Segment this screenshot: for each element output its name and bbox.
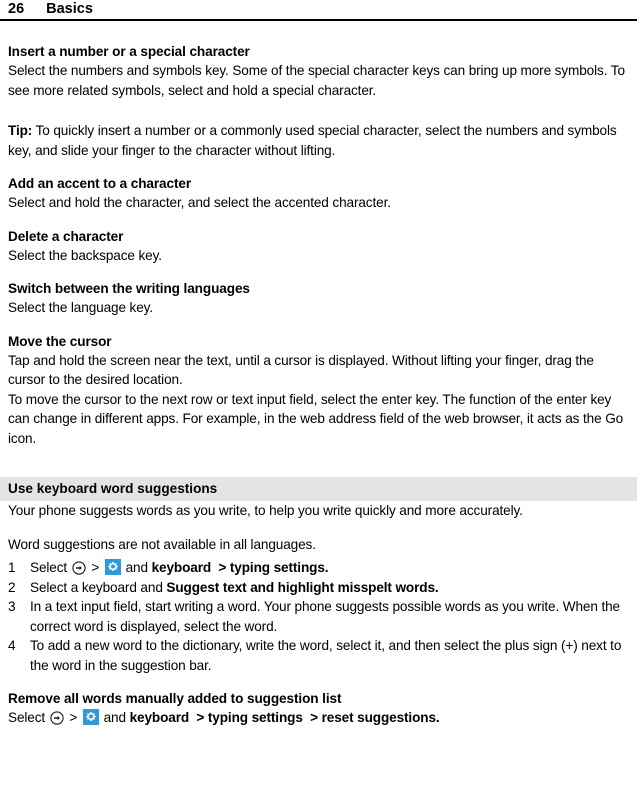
step-body: In a text input field, start writing a w… — [30, 599, 620, 634]
heading-add-accent: Add an accent to a character — [8, 176, 192, 191]
step-number: 1 — [8, 560, 16, 575]
separator-1: > — [69, 710, 78, 725]
list-item: 4 To add a new word to the dictionary, w… — [8, 636, 629, 675]
chapter-title: Basics — [46, 1, 93, 17]
tip-paragraph: Tip: To quickly insert a number or a com… — [8, 121, 629, 160]
separator-2: > — [218, 560, 227, 575]
and-label: and — [125, 560, 148, 575]
list-item: 3 In a text input field, start writing a… — [8, 597, 629, 636]
step-body: To add a new word to the dictionary, wri… — [30, 638, 622, 673]
step-number: 2 — [8, 579, 16, 595]
manual-page: 26 Basics Insert a number or a special c… — [0, 0, 637, 793]
bold-keyboard: keyboard — [151, 560, 212, 575]
page-header: 26 Basics — [0, 0, 637, 19]
period: . — [324, 560, 329, 575]
list-item: 2 Select a keyboard and Suggest text and… — [8, 578, 629, 598]
tip-label: Tip: — [8, 123, 33, 138]
paragraph-add-accent: Select and hold the character, and selec… — [8, 195, 391, 210]
bold-suggest-text: Suggest text and highlight misspelt word… — [166, 579, 435, 595]
step-text-after: . — [434, 579, 439, 595]
heading-switch-languages: Switch between the writing languages — [8, 281, 250, 296]
step-body: Select a keyboard and Suggest text and h… — [30, 578, 629, 598]
paragraph-switch-languages: Select the language key. — [8, 300, 153, 315]
paragraph-remove-all-words: Select > and keyboard > typing settings … — [8, 708, 629, 728]
period: . — [435, 710, 440, 725]
gear-icon — [82, 709, 99, 725]
step-text-before: Select a keyboard and — [30, 579, 167, 595]
step-body: Select > and keyboard > typing settings. — [30, 558, 629, 578]
paragraph-move-cursor-1: Tap and hold the screen near the text, u… — [8, 352, 594, 388]
steps-list: 1 Select > and keyboard > typing setting… — [8, 558, 629, 675]
paragraph-delete-character: Select the backspace key. — [8, 247, 162, 263]
step-number: 3 — [8, 599, 16, 614]
heading-use-keyboard-word-suggestions: Use keyboard word suggestions — [8, 481, 218, 496]
list-item: 1 Select > and keyboard > typing setting… — [8, 558, 629, 578]
select-label: Select — [30, 560, 68, 575]
heading-move-cursor: Move the cursor — [8, 333, 112, 349]
separator-1: > — [91, 560, 100, 575]
section-band-word-suggestions: Use keyboard word suggestions — [0, 477, 637, 501]
paragraph-insert-number: Select the numbers and symbols key. Some… — [8, 63, 625, 98]
separator-3: > — [310, 710, 318, 725]
page-number: 26 — [8, 1, 25, 17]
paragraph-move-cursor-2: To move the cursor to the next row or te… — [8, 391, 624, 446]
and-label: and — [103, 710, 126, 725]
tip-text: To quickly insert a number or a commonly… — [8, 123, 617, 158]
arrow-circle-icon — [50, 711, 64, 725]
paragraph-word-suggestions-intro: Your phone suggests words as you write, … — [8, 503, 523, 518]
page-content: Insert a number or a special character S… — [0, 21, 637, 728]
heading-delete-character: Delete a character — [8, 228, 124, 244]
heading-remove-all-words: Remove all words manually added to sugge… — [8, 691, 342, 706]
bold-typing-settings: typing settings — [207, 710, 303, 725]
bold-typing-settings: typing settings — [229, 560, 325, 575]
gear-icon — [104, 559, 121, 575]
bold-keyboard: keyboard — [129, 710, 190, 725]
arrow-circle-icon — [72, 561, 86, 575]
select-label: Select — [8, 710, 46, 725]
bold-reset-suggestions: reset suggestions — [321, 710, 436, 725]
separator-2: > — [196, 710, 205, 725]
step-number: 4 — [8, 638, 16, 653]
paragraph-word-suggestions-note: Word suggestions are not available in al… — [8, 536, 316, 552]
heading-insert-number: Insert a number or a special character — [8, 44, 250, 59]
